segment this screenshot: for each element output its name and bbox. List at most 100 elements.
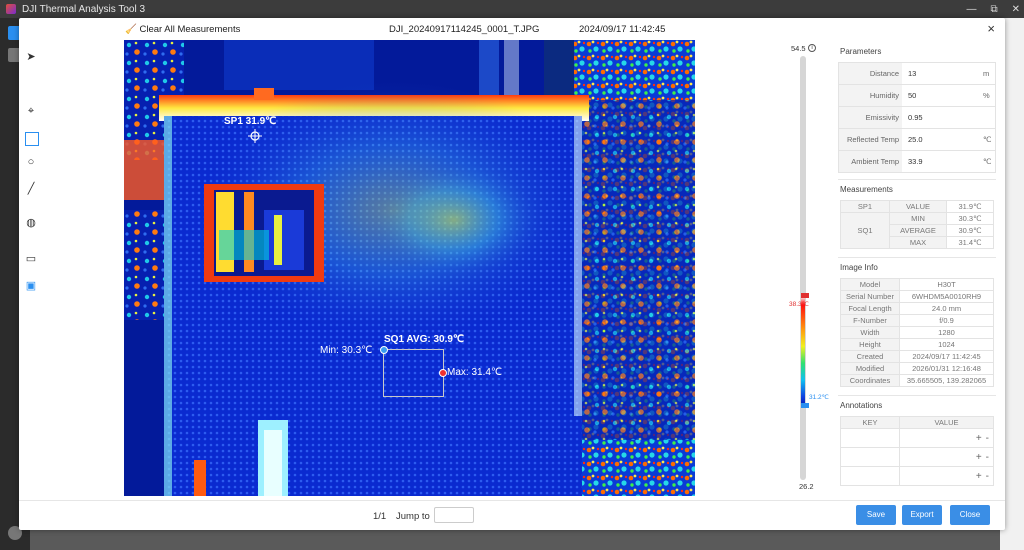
pointer-tool-icon[interactable]: ➤ bbox=[21, 48, 41, 66]
param-row-humidity: Humidity 50 % bbox=[838, 85, 996, 107]
high-marker-handle[interactable] bbox=[801, 293, 809, 298]
rectangle-tool-icon[interactable] bbox=[25, 132, 39, 146]
sq1-region[interactable] bbox=[383, 349, 444, 397]
emissivity-input[interactable]: 0.95 bbox=[902, 107, 983, 128]
info-row: Serial Number 6WHDM5A0010RH9 bbox=[840, 290, 994, 303]
scale-high-marker[interactable]: 38.3℃ bbox=[789, 300, 809, 308]
humidity-input[interactable]: 50 bbox=[902, 85, 983, 106]
image-info-table: Model H30T Serial Number 6WHDM5A0010RH9 Fo… bbox=[840, 278, 994, 387]
isotherm-tool-icon[interactable]: ▭ bbox=[21, 250, 41, 268]
tool-column: ➤ ⌖ ○ ╱ ◍ ▭ ▣ bbox=[19, 40, 43, 500]
annotations-value-header: VALUE bbox=[899, 416, 994, 429]
param-row-reflected-temp: Reflected Temp 25.0 ℃ bbox=[838, 129, 996, 151]
remove-annotation-button[interactable]: - bbox=[986, 471, 989, 482]
annotation-row: - + bbox=[840, 428, 994, 448]
distance-input[interactable]: 13 bbox=[902, 63, 983, 84]
annotation-value-input[interactable]: - + bbox=[899, 447, 994, 467]
annotation-value-input[interactable]: - + bbox=[899, 466, 994, 486]
dialog-close-icon[interactable]: × bbox=[987, 21, 995, 36]
broom-icon: 🧹 bbox=[125, 24, 137, 35]
scale-low-marker[interactable]: 31.2℃ bbox=[809, 393, 829, 401]
jump-to-input[interactable] bbox=[434, 507, 474, 523]
app-title: DJI Thermal Analysis Tool 3 bbox=[22, 3, 146, 15]
sp1-key: VALUE bbox=[889, 200, 947, 213]
info-label: Coordinates bbox=[840, 374, 900, 387]
param-label: Humidity bbox=[839, 85, 902, 106]
info-value: 1024 bbox=[899, 338, 994, 351]
maximize-button[interactable]: ⧉ bbox=[990, 4, 997, 15]
param-unit: % bbox=[983, 91, 990, 100]
point-tool-icon[interactable]: ⌖ bbox=[21, 102, 41, 120]
sq1-max-value: 31.4℃ bbox=[946, 236, 994, 249]
scale-gradient bbox=[801, 296, 805, 408]
line-tool-icon[interactable]: ╱ bbox=[21, 180, 41, 198]
app-icon bbox=[6, 4, 16, 14]
sq1-avg-key: AVERAGE bbox=[889, 224, 947, 237]
annotation-key-input[interactable] bbox=[840, 466, 900, 486]
add-annotation-button[interactable]: + bbox=[976, 452, 982, 463]
annotation-row: - + bbox=[840, 447, 994, 467]
thermal-image[interactable]: SP1 31.9℃ SQ1 AVG: 30.9℃ Min: 30.3℃ Max:… bbox=[124, 40, 695, 496]
param-row-distance: Distance 13 m bbox=[838, 62, 996, 85]
image-info-title: Image Info bbox=[840, 263, 878, 272]
measurements-table: SP1 VALUE 31.9℃ SQ1 MIN 30.3℃ AVERAGE 30… bbox=[840, 200, 994, 249]
clear-measurements-button[interactable]: 🧹 Clear All Measurements bbox=[125, 24, 240, 35]
window-close-button[interactable]: ✕ bbox=[1012, 4, 1020, 15]
divider bbox=[838, 395, 996, 396]
info-label: Modified bbox=[840, 362, 900, 375]
sq1-label: SQ1 AVG: 30.9℃ bbox=[384, 334, 465, 345]
sp1-crosshair-icon[interactable] bbox=[248, 129, 262, 143]
add-annotation-button[interactable]: + bbox=[976, 471, 982, 482]
export-button[interactable]: Export bbox=[902, 505, 942, 525]
annotation-value-input[interactable]: - + bbox=[899, 428, 994, 448]
circle-tool-icon[interactable]: ○ bbox=[21, 153, 41, 171]
clear-measurements-label: Clear All Measurements bbox=[139, 24, 241, 35]
min-point-marker bbox=[380, 346, 388, 354]
reflected-temp-input[interactable]: 25.0 bbox=[902, 129, 983, 150]
info-value: 2026/01/31 12:16:48 bbox=[899, 362, 994, 375]
add-annotation-button[interactable]: + bbox=[976, 433, 982, 444]
info-row: Focal Length 24.0 mm bbox=[840, 302, 994, 315]
palette-tool-icon[interactable]: ◍ bbox=[21, 214, 41, 232]
remove-annotation-button[interactable]: - bbox=[986, 452, 989, 463]
scale-info-icon[interactable]: i bbox=[808, 44, 816, 52]
scale-track[interactable] bbox=[800, 56, 806, 480]
param-label: Distance bbox=[839, 63, 902, 84]
sq1-min-value: 30.3℃ bbox=[946, 212, 994, 225]
max-label: Max: 31.4℃ bbox=[447, 367, 503, 378]
sq1-max-key: MAX bbox=[889, 236, 947, 249]
sq1-min-key: MIN bbox=[889, 212, 947, 225]
minimize-button[interactable]: — bbox=[966, 4, 976, 15]
info-label: Serial Number bbox=[840, 290, 900, 303]
capture-datetime: 2024/09/17 11:42:45 bbox=[579, 24, 666, 35]
min-label: Min: 30.3℃ bbox=[320, 345, 373, 356]
param-row-ambient-temp: Ambient Temp 33.9 ℃ bbox=[838, 151, 996, 173]
info-label: F-Number bbox=[840, 314, 900, 327]
info-row: Model H30T bbox=[840, 278, 994, 291]
annotations-key-header: KEY bbox=[840, 416, 900, 429]
annotation-key-input[interactable] bbox=[840, 447, 900, 467]
remove-annotation-button[interactable]: - bbox=[986, 433, 989, 444]
info-label: Focal Length bbox=[840, 302, 900, 315]
param-label: Reflected Temp bbox=[839, 129, 902, 150]
ambient-temp-input[interactable]: 33.9 bbox=[902, 151, 983, 172]
low-marker-handle[interactable] bbox=[801, 403, 809, 408]
scale-min: 26.2 bbox=[799, 482, 814, 491]
divider bbox=[838, 257, 996, 258]
measurements-title: Measurements bbox=[840, 185, 893, 194]
info-value: 24.0 mm bbox=[899, 302, 994, 315]
save-button[interactable]: Save bbox=[856, 505, 896, 525]
close-button[interactable]: Close bbox=[950, 505, 990, 525]
thermal-analysis-dialog: 🧹 Clear All Measurements DJI_20240917114… bbox=[19, 18, 1005, 530]
info-row: Width 1280 bbox=[840, 326, 994, 339]
info-row: F-Number f/0.9 bbox=[840, 314, 994, 327]
overlay-tool-icon[interactable]: ▣ bbox=[21, 277, 41, 295]
param-unit bbox=[983, 107, 995, 128]
jump-to-label: Jump to bbox=[396, 511, 430, 522]
dialog-header: 🧹 Clear All Measurements DJI_20240917114… bbox=[43, 18, 1003, 40]
info-value: 2024/09/17 11:42:45 bbox=[899, 350, 994, 363]
annotation-key-input[interactable] bbox=[840, 428, 900, 448]
info-label: Created bbox=[840, 350, 900, 363]
param-row-emissivity: Emissivity 0.95 bbox=[838, 107, 996, 129]
info-row: Height 1024 bbox=[840, 338, 994, 351]
